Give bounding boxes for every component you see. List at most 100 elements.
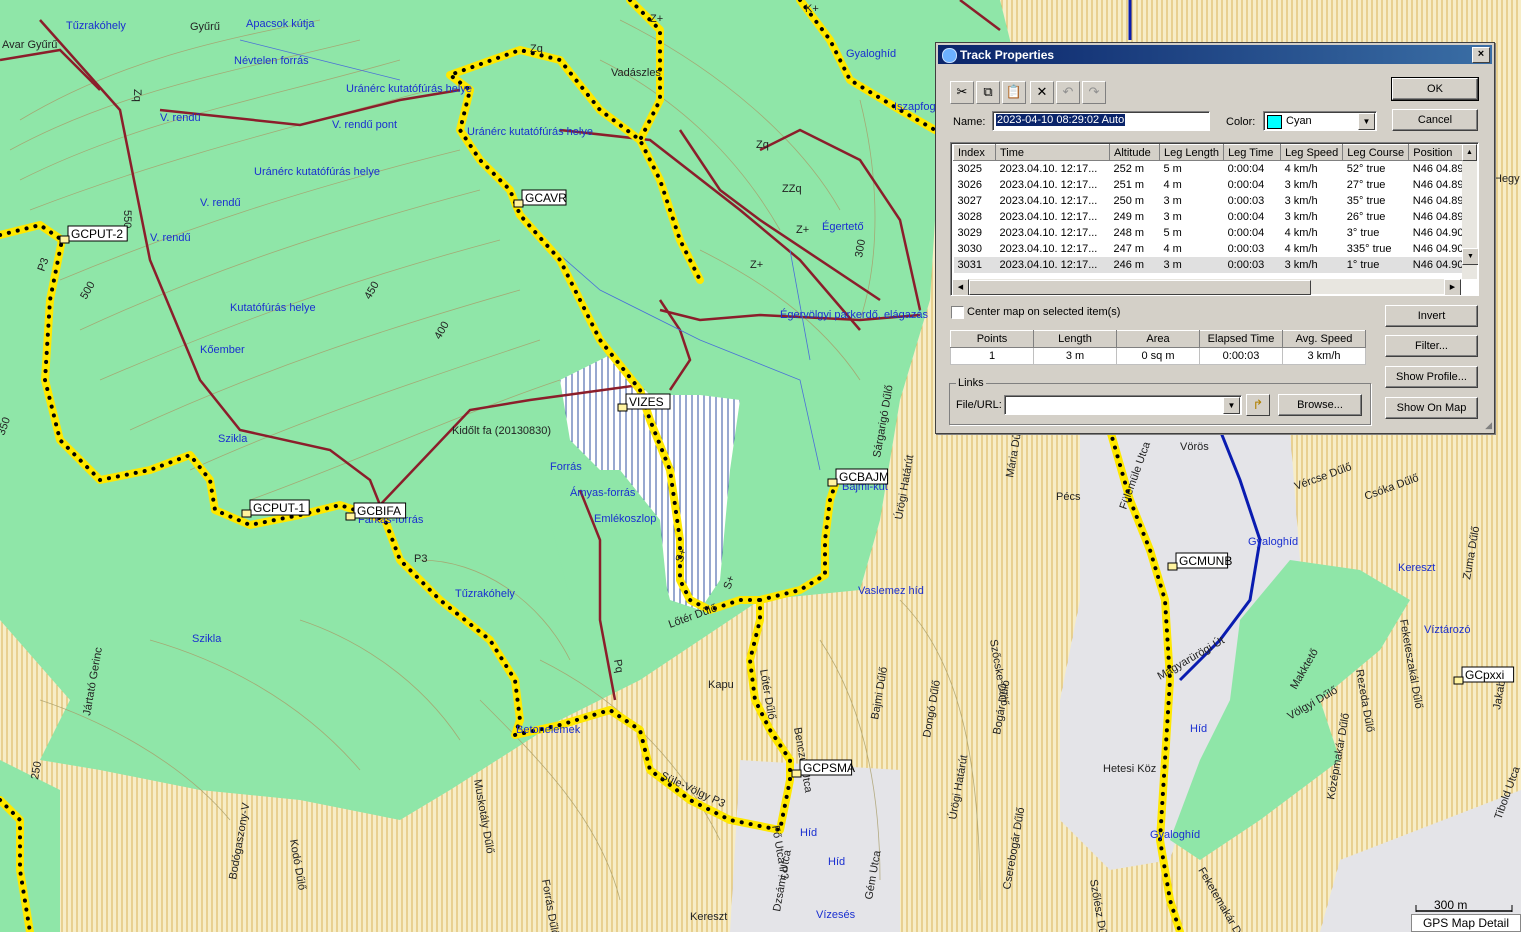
browse-button[interactable]: Browse... bbox=[1278, 394, 1362, 416]
geocache-label[interactable]: GCPUT-1 bbox=[241, 499, 310, 518]
file-url-input[interactable]: ▼ bbox=[1004, 395, 1242, 415]
table-cell: 3 km/h bbox=[1284, 211, 1318, 223]
geocache-label[interactable]: GCMUNB bbox=[1167, 552, 1232, 571]
map-detail-label: GPS Map Detail bbox=[1411, 914, 1521, 932]
table-cell: 0:00:03 bbox=[1227, 195, 1265, 207]
svg-text:GCAVR: GCAVR bbox=[525, 191, 567, 205]
map-label: Uránérc kutatófúrás helye bbox=[254, 166, 380, 178]
chevron-down-icon[interactable]: ▼ bbox=[1223, 397, 1240, 414]
geocache-icon[interactable] bbox=[617, 403, 628, 412]
table-row[interactable]: 3025 2023.04.10. 12:17... 252 m 5 m 0:00:04 4… bbox=[954, 161, 1474, 178]
color-value: Cyan bbox=[1286, 115, 1312, 127]
map-label: V. rendű bbox=[150, 232, 191, 244]
map-label: Névtelen forrás bbox=[234, 55, 309, 67]
map-label: Híd bbox=[1190, 723, 1207, 735]
stat-header: Area bbox=[1116, 330, 1200, 348]
vertical-scrollbar[interactable]: ▲ ▼ bbox=[1462, 144, 1478, 279]
geocache-icon[interactable] bbox=[1167, 562, 1178, 571]
table-row[interactable]: 3027 2023.04.10. 12:17... 250 m 3 m 0:00:03 3… bbox=[954, 193, 1474, 209]
geocache-label[interactable]: GCBAJM bbox=[827, 468, 889, 487]
column-header[interactable]: Altitude bbox=[1109, 144, 1160, 161]
invert-button[interactable]: Invert bbox=[1385, 305, 1478, 327]
svg-text:GCBAJM: GCBAJM bbox=[839, 470, 889, 484]
table-header: Index Time Altitude Leg Length Leg Time Leg S… bbox=[953, 144, 1475, 161]
map-label: Avar Gyűrű bbox=[2, 39, 57, 51]
column-header[interactable]: Time bbox=[995, 144, 1110, 161]
table-cell: 252 m bbox=[1113, 163, 1145, 175]
cut-icon[interactable]: ✂ bbox=[950, 81, 974, 104]
geocache-icon[interactable] bbox=[345, 512, 356, 521]
delete-icon[interactable]: ✕ bbox=[1030, 81, 1054, 104]
column-header[interactable]: Leg Course bbox=[1342, 144, 1410, 161]
table-cell: 4 km/h bbox=[1284, 163, 1318, 175]
color-select[interactable]: Cyan ▼ bbox=[1263, 111, 1377, 131]
paste-icon[interactable]: 📋 bbox=[1002, 81, 1026, 104]
table-row[interactable]: 3030 2023.04.10. 12:17... 247 m 4 m 0:00:03 4… bbox=[954, 241, 1474, 257]
scroll-left-icon[interactable]: ◀ bbox=[952, 279, 969, 295]
geocache-label[interactable]: GCPUT-2 bbox=[59, 225, 128, 244]
resize-grip-icon[interactable]: ◢ bbox=[1485, 420, 1492, 431]
table-row[interactable]: 3028 2023.04.10. 12:17... 249 m 3 m 0:00:04 3… bbox=[954, 209, 1474, 225]
stat-header: Points bbox=[950, 330, 1034, 348]
table-cell: 248 m bbox=[1113, 227, 1145, 239]
column-header[interactable]: Leg Speed bbox=[1280, 144, 1344, 161]
scroll-thumb[interactable] bbox=[969, 280, 1311, 295]
geocache-label[interactable]: GCAVR bbox=[513, 189, 567, 208]
map-label: Zq bbox=[756, 139, 769, 151]
map-label: V. rendű bbox=[200, 197, 241, 209]
dialog-titlebar[interactable]: Track Properties × bbox=[938, 45, 1492, 64]
geocache-icon[interactable] bbox=[1453, 676, 1464, 685]
copy-icon[interactable]: ⧉ bbox=[976, 81, 1000, 104]
column-header[interactable]: Leg Time bbox=[1223, 144, 1282, 161]
chevron-down-icon[interactable]: ▼ bbox=[1358, 113, 1375, 130]
geocache-label[interactable]: GCPSMA bbox=[791, 759, 855, 778]
map-label: Ámyas-forrás bbox=[570, 486, 636, 499]
map-label: ZZq bbox=[782, 183, 802, 195]
track-properties-dialog: Track Properties × ✂ ⧉ 📋 ✕ ↶ ↷ Name: 2023-04-… bbox=[935, 42, 1495, 434]
geocache-icon[interactable] bbox=[241, 509, 252, 518]
close-button[interactable]: × bbox=[1472, 47, 1490, 63]
table-row[interactable]: 3031 2023.04.10. 12:17... 246 m3 m 0:00:03 3… bbox=[953, 257, 1474, 273]
column-header[interactable]: Index bbox=[953, 144, 996, 161]
map-label: Uránérc kutatófúrás helye bbox=[346, 83, 472, 95]
geocache-icon[interactable] bbox=[827, 478, 838, 487]
map-label: Hegy bbox=[1494, 173, 1520, 185]
geocache-label[interactable]: VIZES bbox=[617, 393, 671, 412]
scroll-right-icon[interactable]: ▶ bbox=[1444, 279, 1461, 295]
geocache-icon[interactable] bbox=[513, 199, 524, 208]
svg-text:GCpxxi: GCpxxi bbox=[1465, 668, 1504, 682]
table-row[interactable]: 3029 2023.04.10. 12:17... 248 m 5 m 0:00:04 4… bbox=[954, 225, 1474, 241]
show-profile-button[interactable]: Show Profile... bbox=[1385, 366, 1478, 388]
geocache-label[interactable]: GCpxxi bbox=[1453, 666, 1515, 685]
track-points-table[interactable]: Index Time Altitude Leg Length Leg Time Leg S… bbox=[950, 142, 1479, 296]
center-map-checkbox[interactable] bbox=[951, 306, 964, 319]
table-row[interactable]: 3026 2023.04.10. 12:17... 251 m 4 m 0:00:04 3… bbox=[954, 177, 1474, 193]
map-label: Zq bbox=[530, 43, 543, 55]
table-cell: 251 m bbox=[1113, 179, 1145, 191]
horizontal-scrollbar[interactable]: ◀ ▶ bbox=[952, 279, 1461, 295]
svg-text:GCBIFA: GCBIFA bbox=[357, 504, 401, 518]
map-label: Kidőlt fa (20130830) bbox=[452, 425, 551, 437]
geocache-icon[interactable] bbox=[59, 235, 70, 244]
svg-text:GCMUNB: GCMUNB bbox=[1179, 554, 1232, 568]
filter-button[interactable]: Filter... bbox=[1385, 335, 1478, 357]
follow-link-icon[interactable]: ↱ bbox=[1246, 394, 1270, 416]
table-cell: 2023.04.10. 12:17... bbox=[999, 179, 1098, 191]
geocache-label[interactable]: GCBIFA bbox=[345, 502, 407, 521]
cancel-button[interactable]: Cancel bbox=[1392, 109, 1478, 131]
table-cell: 4 km/h bbox=[1284, 243, 1318, 255]
show-on-map-button[interactable]: Show On Map bbox=[1385, 397, 1478, 419]
table-cell: 3 m bbox=[1159, 257, 1224, 273]
geocache-icon[interactable] bbox=[791, 769, 802, 778]
map-label: Hetesi Köz bbox=[1103, 763, 1156, 775]
redo-icon[interactable]: ↷ bbox=[1082, 81, 1106, 104]
map-label: K+ bbox=[805, 3, 819, 15]
town-area-south bbox=[730, 760, 900, 932]
scroll-up-icon[interactable]: ▲ bbox=[1462, 144, 1477, 161]
scroll-down-icon[interactable]: ▼ bbox=[1462, 248, 1478, 265]
name-input[interactable]: 2023-04-10 08:29:02 Auto bbox=[992, 111, 1210, 131]
column-header[interactable]: Leg Length bbox=[1158, 144, 1225, 161]
ok-button[interactable]: OK bbox=[1391, 77, 1479, 101]
undo-icon[interactable]: ↶ bbox=[1056, 81, 1080, 104]
forest-area-left bbox=[0, 760, 60, 932]
